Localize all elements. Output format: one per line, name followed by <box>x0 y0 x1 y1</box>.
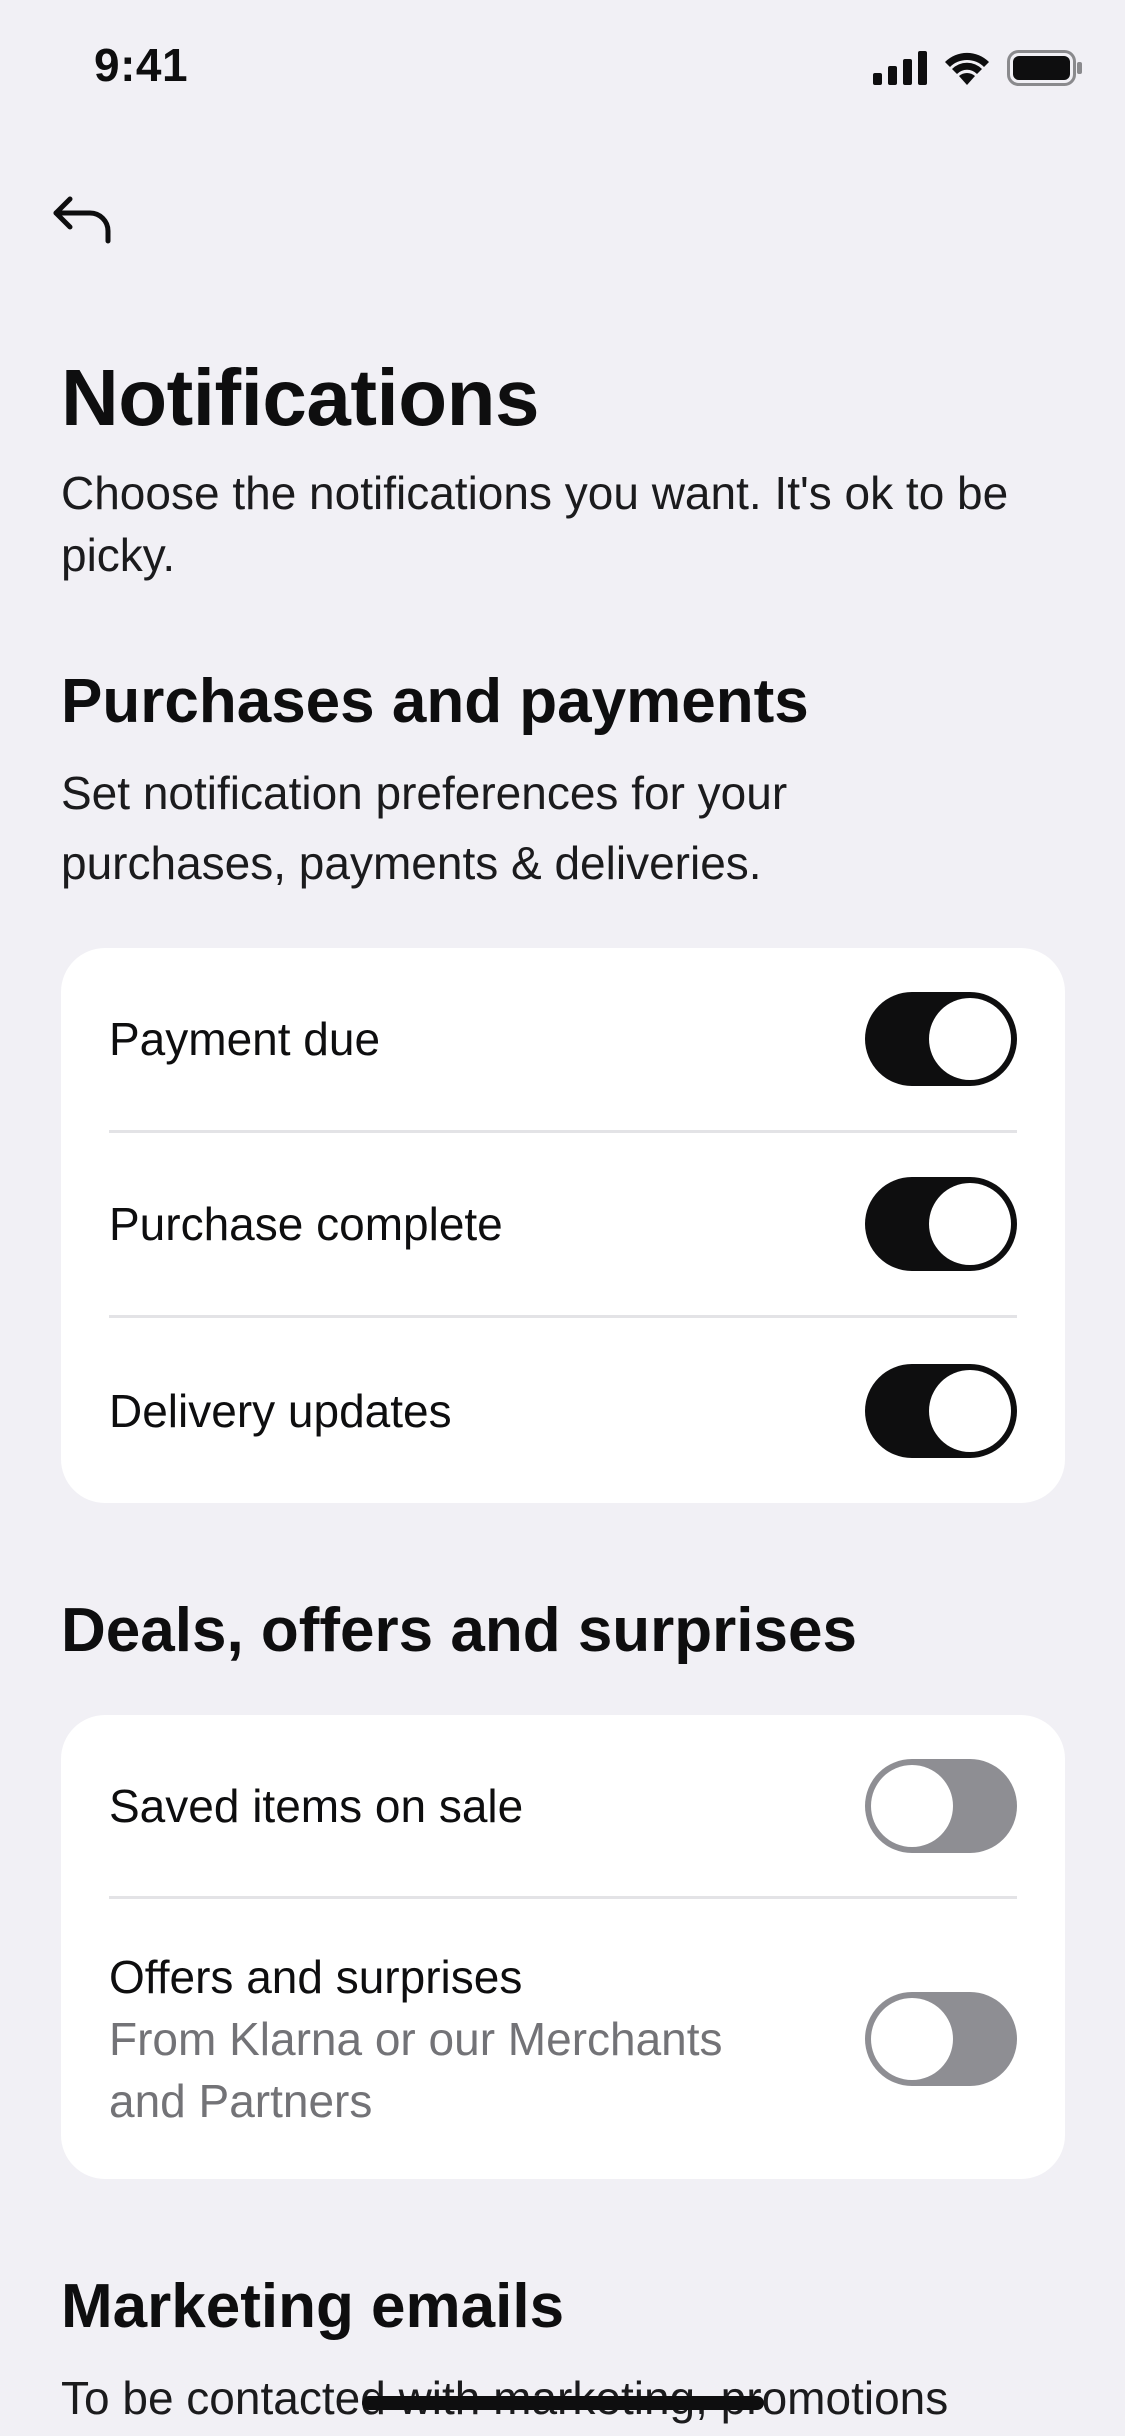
toggle-saved-items-on-sale[interactable] <box>865 1758 1017 1853</box>
setting-row-delivery-updates: Delivery updates <box>109 1318 1017 1503</box>
home-indicator[interactable] <box>362 2396 764 2410</box>
setting-text-offers-and-surprises: Offers and surprises From Klarna or our … <box>109 1946 809 2132</box>
status-time: 9:41 <box>94 39 189 91</box>
setting-row-offers-and-surprises: Offers and surprises From Klarna or our … <box>109 1899 1017 2179</box>
setting-row-payment-due: Payment due <box>109 948 1017 1133</box>
setting-label-offers-and-surprises: Offers and surprises <box>109 1951 523 2003</box>
section-title-deals: Deals, offers and surprises <box>61 1596 857 1665</box>
section-title-purchases: Purchases and payments <box>61 667 809 736</box>
status-icons <box>873 48 1083 88</box>
section-purchases: Purchases and payments Set notification … <box>61 662 1065 1503</box>
cellular-signal-icon <box>873 51 927 85</box>
purchases-card: Payment due Purchase complete Delivery u… <box>61 948 1065 1503</box>
setting-row-saved-items-on-sale: Saved items on sale <box>109 1715 1017 1899</box>
toggle-delivery-updates[interactable] <box>865 1363 1017 1458</box>
setting-label-delivery-updates: Delivery updates <box>109 1384 452 1437</box>
deals-card: Saved items on sale Offers and surprises… <box>61 1715 1065 2179</box>
page-subtitle: Choose the notifications you want. It's … <box>61 467 1009 581</box>
page-title: Notifications <box>61 353 539 442</box>
setting-sublabel-offers-and-surprises: From Klarna or our Merchants and Partner… <box>109 2013 723 2127</box>
setting-row-purchase-complete: Purchase complete <box>109 1133 1017 1318</box>
setting-label-payment-due: Payment due <box>109 1013 381 1065</box>
back-button[interactable] <box>50 185 140 255</box>
toggle-knob <box>929 1183 1011 1265</box>
back-arrow-icon <box>53 196 111 244</box>
section-description-purchases: Set notification preferences for your pu… <box>61 767 788 889</box>
setting-label-purchase-complete: Purchase complete <box>109 1198 503 1250</box>
battery-icon <box>1007 50 1082 86</box>
toggle-knob <box>929 1369 1011 1452</box>
setting-label-saved-items-on-sale: Saved items on sale <box>109 1779 524 1832</box>
section-deals: Deals, offers and surprises Saved items … <box>61 1591 1065 2179</box>
section-title-marketing: Marketing emails <box>61 2272 565 2341</box>
toggle-knob <box>871 1764 953 1847</box>
toggle-knob <box>929 998 1011 1080</box>
toggle-purchase-complete[interactable] <box>865 1177 1017 1271</box>
toggle-payment-due[interactable] <box>865 992 1017 1086</box>
toggle-knob <box>871 1998 953 2080</box>
main-content: Notifications Choose the notifications y… <box>61 348 1065 2433</box>
status-bar: 9:41 <box>0 0 1125 140</box>
toggle-offers-and-surprises[interactable] <box>865 1992 1017 2086</box>
wifi-icon <box>945 52 989 85</box>
